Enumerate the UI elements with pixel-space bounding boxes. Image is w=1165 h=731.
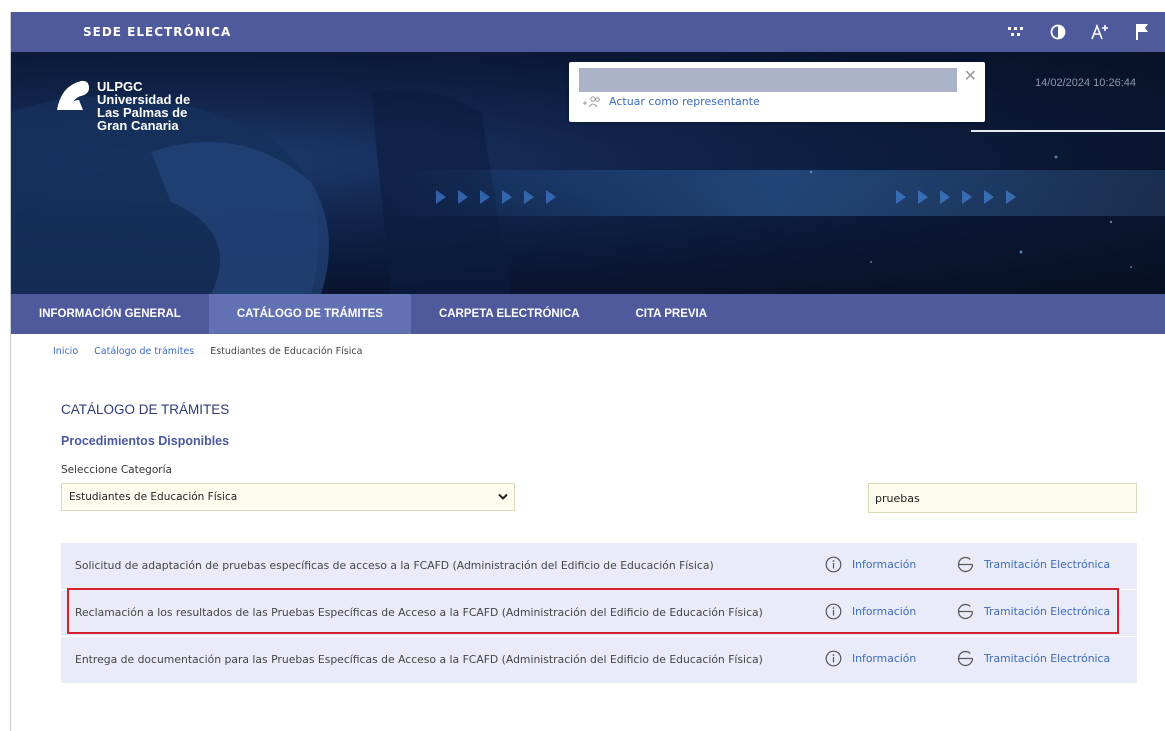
- banner-light-stream: [391, 170, 1165, 216]
- accessibility-tools: [1004, 20, 1154, 44]
- procedure-title: Entrega de documentación para las Prueba…: [75, 653, 763, 666]
- info-icon: [825, 603, 842, 620]
- chevron-down-icon: [498, 493, 508, 500]
- electronic-processing-label: Tramitación Electrónica: [984, 558, 1111, 571]
- information-label: Información: [852, 558, 917, 571]
- close-icon[interactable]: ✕: [964, 66, 977, 85]
- top-bar: SEDE ELECTRÓNICA: [11, 12, 1165, 52]
- redacted-user-name: [579, 68, 957, 92]
- browser-page: SEDE ELECTRÓNICA ULPGC Universidad de La…: [10, 12, 1165, 731]
- user-popup: ✕ Actuar como representante: [569, 62, 985, 122]
- contrast-icon[interactable]: [1046, 20, 1070, 44]
- procedure-title: Reclamación a los resultados de las Prue…: [75, 606, 763, 619]
- logo-line-4: Gran Canaria: [97, 118, 179, 133]
- act-as-representative-label: Actuar como representante: [609, 95, 760, 108]
- e-processing-icon: [957, 650, 974, 667]
- category-select-value: Estudiantes de Educación Física: [69, 491, 238, 503]
- search-input[interactable]: pruebas: [868, 483, 1137, 513]
- procedure-row: Entrega de documentación para las Prueba…: [61, 637, 1137, 684]
- e-processing-icon: [957, 603, 974, 620]
- nav-catalogo-tramites[interactable]: CATÁLOGO DE TRÁMITES: [208, 294, 411, 334]
- grid-icon[interactable]: [1004, 20, 1028, 44]
- procedure-row: Reclamación a los resultados de las Prue…: [61, 590, 1137, 637]
- electronic-processing-link[interactable]: Tramitación Electrónica: [957, 650, 1110, 667]
- information-label: Información: [852, 605, 917, 618]
- procedure-title: Solicitud de adaptación de pruebas espec…: [75, 559, 714, 572]
- ulpgc-emblem-icon: [57, 80, 89, 110]
- info-icon: [825, 556, 842, 573]
- information-label: Información: [852, 652, 917, 665]
- section-subtitle: Procedimientos Disponibles: [61, 434, 230, 448]
- category-select[interactable]: Estudiantes de Educación Física: [61, 483, 515, 511]
- electronic-processing-label: Tramitación Electrónica: [984, 652, 1111, 665]
- flag-icon[interactable]: [1130, 20, 1154, 44]
- electronic-processing-label: Tramitación Electrónica: [984, 605, 1111, 618]
- logo-text: ULPGC Universidad de Las Palmas de Gran …: [97, 80, 190, 132]
- info-icon: [825, 650, 842, 667]
- breadcrumb-inicio[interactable]: Inicio: [53, 346, 78, 357]
- users-add-icon: [583, 95, 600, 107]
- act-as-representative-link[interactable]: Actuar como representante: [583, 95, 760, 108]
- electronic-processing-link[interactable]: Tramitación Electrónica: [957, 556, 1110, 573]
- information-link[interactable]: Información: [825, 650, 916, 667]
- information-link[interactable]: Información: [825, 556, 916, 573]
- session-datetime: 14/02/2024 10:26:44: [1035, 77, 1136, 89]
- breadcrumb-current: Estudiantes de Educación Física: [210, 346, 363, 357]
- banner-light-line: [971, 130, 1165, 132]
- nav-carpeta-electronica[interactable]: CARPETA ELECTRÓNICA: [411, 294, 608, 334]
- nav-informacion-general[interactable]: INFORMACIÓN GENERAL: [11, 294, 209, 334]
- breadcrumb: Inicio Catálogo de trámites Estudiantes …: [53, 346, 362, 357]
- electronic-processing-link[interactable]: Tramitación Electrónica: [957, 603, 1110, 620]
- nav-cita-previa[interactable]: CITA PREVIA: [608, 294, 736, 334]
- ulpgc-logo[interactable]: ULPGC Universidad de Las Palmas de Gran …: [55, 78, 190, 132]
- breadcrumb-catalogo[interactable]: Catálogo de trámites: [94, 346, 194, 357]
- main-nav: INFORMACIÓN GENERAL CATÁLOGO DE TRÁMITES…: [11, 294, 1165, 334]
- category-label: Seleccione Categoría: [61, 464, 172, 476]
- site-title: SEDE ELECTRÓNICA: [83, 25, 232, 39]
- search-input-value: pruebas: [875, 491, 920, 505]
- procedure-row: Solicitud de adaptación de pruebas espec…: [61, 543, 1137, 590]
- e-processing-icon: [957, 556, 974, 573]
- information-link[interactable]: Información: [825, 603, 916, 620]
- text-size-icon[interactable]: [1088, 20, 1112, 44]
- page-title: CATÁLOGO DE TRÁMITES: [61, 402, 230, 417]
- procedure-list: Solicitud de adaptación de pruebas espec…: [61, 543, 1137, 684]
